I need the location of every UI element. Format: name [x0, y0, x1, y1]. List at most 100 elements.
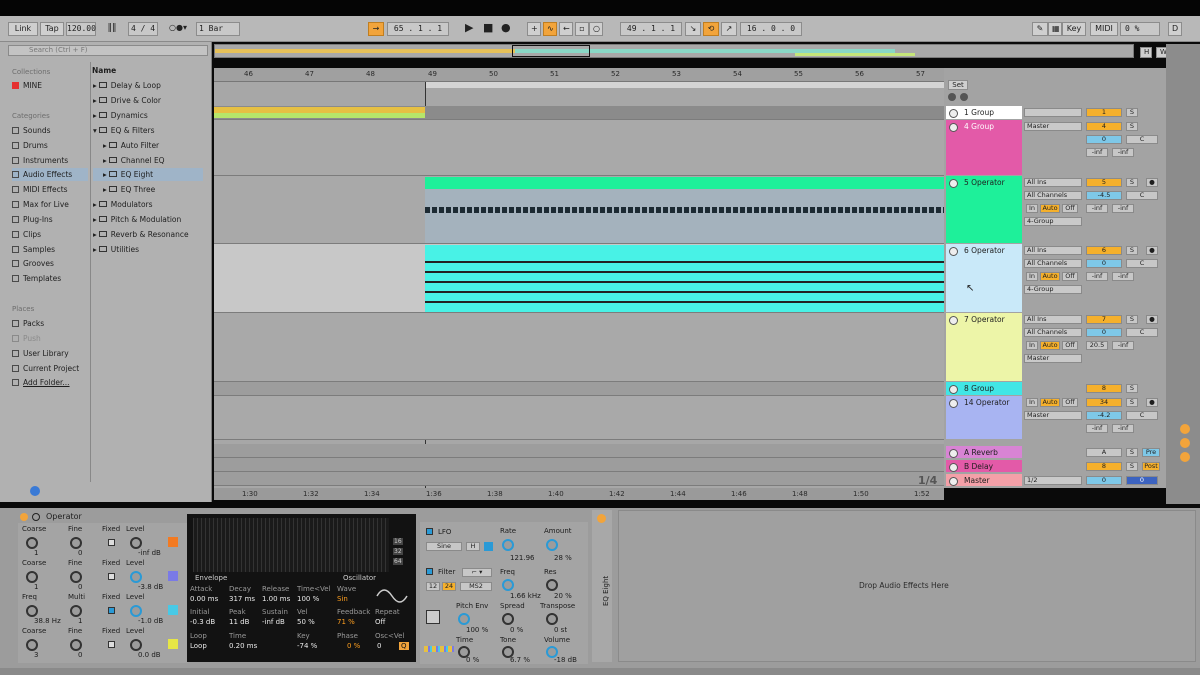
monitor-auto[interactable]: Auto [1040, 204, 1060, 213]
zoom-32[interactable]: 32 [393, 548, 403, 555]
category-templates[interactable]: Templates [12, 272, 88, 285]
preview-icon[interactable] [30, 486, 40, 496]
fold-icon[interactable] [949, 123, 958, 132]
browser-item[interactable]: ▸ Delay & Loop [93, 79, 203, 92]
collection-mine[interactable]: MINE [12, 79, 88, 92]
record-icon[interactable]: ● [498, 22, 512, 36]
filter-12db-button[interactable]: 12 [426, 582, 440, 591]
routing-select[interactable]: 4-Group [1024, 285, 1082, 294]
stop-icon[interactable]: ■ [480, 22, 494, 36]
routing-select[interactable]: Master [1024, 122, 1082, 131]
browser-item[interactable]: ▸ Drive & Color [93, 94, 203, 107]
automation-arm-icon[interactable]: ∿ [543, 22, 557, 36]
monitor-auto[interactable]: Auto [1040, 272, 1060, 281]
osc-vel-value[interactable]: 0 [377, 642, 381, 650]
master-volume[interactable]: 0 [1086, 476, 1122, 485]
fixed-checkbox[interactable] [108, 539, 115, 546]
solo-button[interactable]: S [1126, 246, 1138, 255]
clip-operator-5[interactable] [425, 177, 944, 189]
envelope-graph[interactable] [193, 518, 389, 572]
coarse-knob[interactable] [26, 571, 38, 583]
fold-icon[interactable] [949, 463, 958, 472]
track-volume[interactable]: 8 [1086, 384, 1122, 393]
lfo-retrigger-button[interactable] [484, 542, 493, 551]
track-volume[interactable]: 6 [1086, 246, 1122, 255]
input-select[interactable]: All Ins [1024, 178, 1082, 187]
time-signature[interactable]: 4 / 4 [128, 22, 158, 36]
feedback-value[interactable]: 71 % [337, 618, 355, 626]
browser-item[interactable]: ▸ Channel EQ [93, 154, 203, 167]
freq-knob[interactable] [26, 605, 38, 617]
channel-select[interactable]: All Channels [1024, 328, 1082, 337]
loop-length[interactable]: 16 . 0 . 0 [740, 22, 802, 36]
lfo-wave-select[interactable]: Sine [426, 542, 462, 551]
clip-lime[interactable] [214, 113, 425, 118]
osc-a-button[interactable] [168, 639, 178, 649]
track-header-5-operator[interactable]: 5 Operator [946, 176, 1022, 243]
punch-in-icon[interactable]: ↘ [685, 22, 701, 36]
fixed-checkbox-on[interactable] [108, 607, 115, 614]
attack-value[interactable]: 0.00 ms [190, 595, 218, 603]
track-header-1-group[interactable]: 1 Group [946, 106, 1022, 119]
pitch-env-knob[interactable] [458, 613, 470, 625]
back-to-arrangement-icon[interactable]: ← [559, 22, 573, 36]
monitor-auto[interactable]: Auto [1040, 398, 1060, 407]
monitor-off[interactable]: Off [1062, 204, 1078, 213]
monitor-in[interactable]: In [1026, 272, 1038, 281]
lane-operator-6[interactable] [214, 244, 944, 313]
pre-post-button[interactable]: Post [1142, 462, 1160, 471]
level-knob[interactable] [130, 537, 142, 549]
track-volume[interactable]: 1 [1086, 108, 1122, 117]
arm-icon[interactable]: ● [1146, 246, 1158, 255]
routing-select[interactable]: 4-Group [1024, 217, 1082, 226]
time-ruler[interactable]: 1:30 1:32 1:34 1:36 1:38 1:40 1:42 1:44 … [214, 488, 944, 500]
quantize-button[interactable]: Q [399, 642, 409, 650]
metronome-icon[interactable]: ○●▾ [163, 22, 193, 36]
fold-icon[interactable] [949, 449, 958, 458]
lane-operator-14[interactable] [214, 396, 944, 440]
solo-button[interactable]: S [1126, 108, 1138, 117]
crossfade-button[interactable]: C [1126, 328, 1158, 337]
oscillator-tab[interactable]: Oscillator [343, 574, 376, 582]
category-drums[interactable]: Drums [12, 139, 88, 152]
monitor-in[interactable]: In [1026, 204, 1038, 213]
routing-select[interactable]: Master [1024, 354, 1082, 363]
overview-strip[interactable] [214, 44, 1134, 58]
play-icon[interactable]: ▶ [462, 22, 476, 36]
filter-res-knob[interactable] [546, 579, 558, 591]
category-samples[interactable]: Samples [12, 243, 88, 256]
lfo-amount-knob[interactable] [546, 539, 558, 551]
loop-time-value[interactable]: 0.20 ms [229, 642, 257, 650]
sustain-value[interactable]: -inf dB [262, 618, 285, 626]
device-fold-icon[interactable] [32, 513, 40, 521]
phase-value[interactable]: 0 % [347, 642, 360, 650]
fold-icon[interactable] [949, 399, 958, 408]
fold-icon[interactable] [949, 385, 958, 394]
multi-knob[interactable] [70, 605, 82, 617]
fold-icon[interactable] [949, 247, 958, 256]
overdub-icon[interactable]: + [527, 22, 541, 36]
fold-icon[interactable] [949, 179, 958, 188]
track-header-b-delay[interactable]: B Delay [946, 460, 1022, 472]
browser-item[interactable]: ▸ EQ Three [93, 183, 203, 196]
eq-eight-collapsed[interactable]: EQ Eight [592, 510, 612, 662]
drop-zone[interactable]: Drop Audio Effects Here [618, 510, 1196, 662]
loop-record-icon[interactable]: ○ [589, 22, 603, 36]
place-packs[interactable]: Packs [12, 317, 88, 330]
track-header-14-operator[interactable]: 14 Operator [946, 396, 1022, 439]
lane-operator-5[interactable] [214, 176, 944, 244]
solo-button[interactable]: S [1126, 448, 1138, 457]
time-vel-value[interactable]: 100 % [297, 595, 319, 603]
name-column-header[interactable]: Name [92, 66, 116, 75]
browser-item[interactable]: ▸ Modulators [93, 198, 203, 211]
loop-select[interactable]: Loop [190, 642, 207, 650]
midi-map-button[interactable]: MIDI [1090, 22, 1118, 36]
arm-icon[interactable]: ● [1146, 315, 1158, 324]
key-value[interactable]: -74 % [297, 642, 317, 650]
fixed-checkbox[interactable] [108, 641, 115, 648]
track-volume[interactable]: 4 [1086, 122, 1122, 131]
nudge-icon[interactable]: ‖‖ [100, 22, 124, 36]
loop-icon[interactable]: ⟲ [703, 22, 719, 36]
punch-icon[interactable]: ▫ [575, 22, 589, 36]
channel-select[interactable]: All Channels [1024, 191, 1082, 200]
